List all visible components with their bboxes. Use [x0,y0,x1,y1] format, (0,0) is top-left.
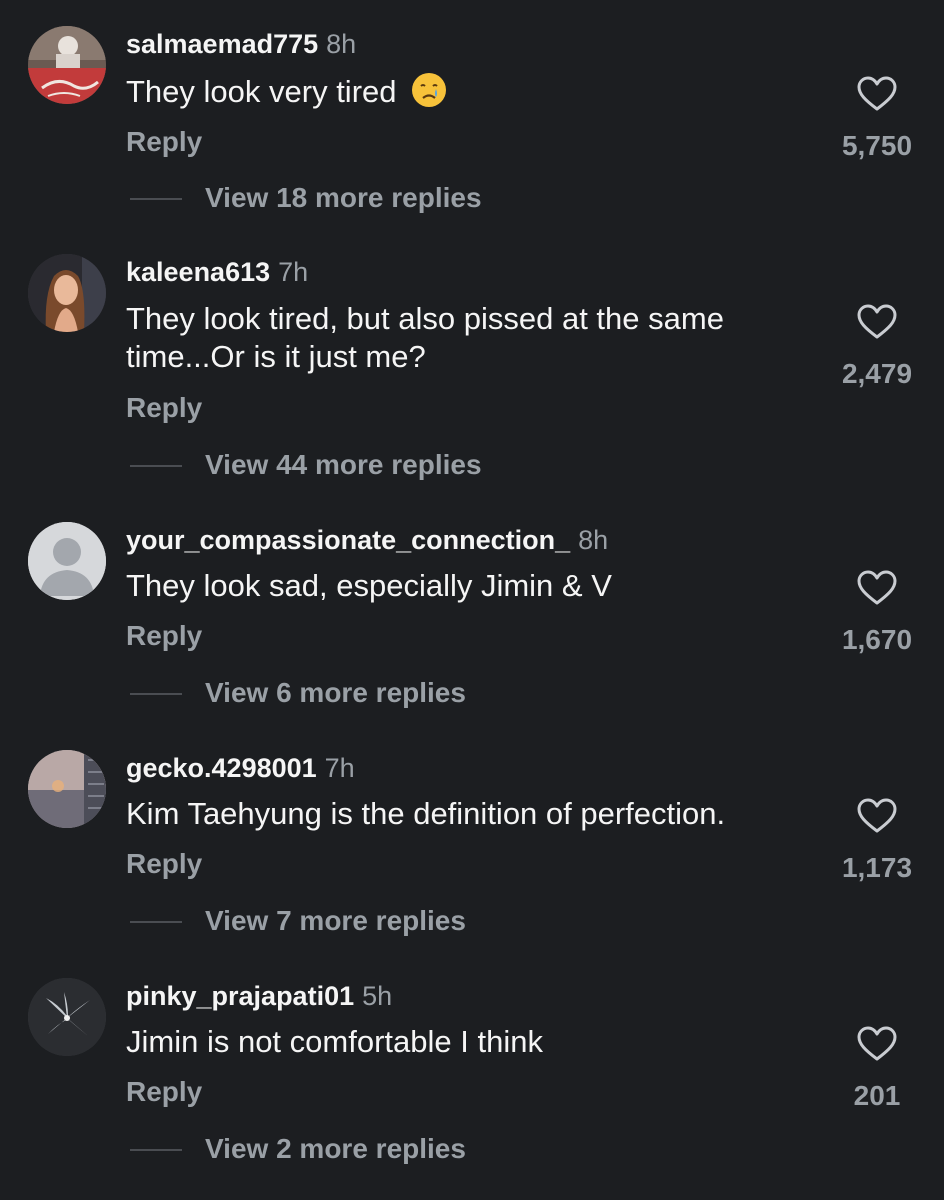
comment-text: They look sad, especially Jimin & V [126,568,612,603]
crying-face-emoji-icon [411,73,446,107]
divider-line [130,465,182,467]
heart-icon[interactable] [857,76,897,112]
heart-icon[interactable] [857,304,897,340]
comment-text: Jimin is not comfortable I think [126,1024,543,1059]
username[interactable]: kaleena613 [126,257,270,287]
comment-item: gecko.4298001 7h Kim Taehyung is the defi… [0,722,944,950]
divider-line [130,921,182,923]
like-count: 5,750 [841,130,913,161]
divider-line [130,693,182,695]
avatar-image [28,978,106,1056]
view-replies-button[interactable]: View 7 more replies [205,905,466,937]
username[interactable]: pinky_prajapati01 [126,981,354,1011]
heart-icon[interactable] [857,1026,897,1062]
comment-item: kaleena613 7h They look tired, but also p… [0,228,944,480]
comment-header: kaleena613 7h [126,256,308,288]
avatar-image [28,750,106,828]
like-count: 1,173 [841,852,913,883]
timestamp: 8h [578,525,609,555]
heart-icon[interactable] [857,570,897,606]
avatar[interactable] [28,26,106,104]
reply-button[interactable]: Reply [126,620,202,652]
avatar[interactable] [28,750,106,828]
avatar[interactable] [28,254,106,332]
like-count: 2,479 [841,358,913,389]
default-avatar-icon [28,522,106,600]
comment-header: pinky_prajapati01 5h [126,980,392,1012]
comment-item: pinky_prajapati01 5h Jimin is not comfort… [0,950,944,1178]
comment-text: They look tired, but also pissed at the … [126,301,724,374]
avatar[interactable] [28,522,106,600]
like-count: 1,670 [841,624,913,655]
timestamp: 7h [324,753,355,783]
comment-header: salmaemad775 8h [126,28,356,60]
timestamp: 7h [278,257,309,287]
avatar[interactable] [28,978,106,1056]
timestamp: 8h [326,29,357,59]
comment-item: salmaemad775 8h They look very tired Repl… [0,0,944,228]
comment-header: your_compassionate_connection_ 8h [126,524,608,556]
view-replies-button[interactable]: View 6 more replies [205,677,466,709]
reply-button[interactable]: Reply [126,848,202,880]
comment-item: your_compassionate_connection_ 8h They lo… [0,494,944,722]
comment-header: gecko.4298001 7h [126,752,355,784]
heart-icon[interactable] [857,798,897,834]
comment-text: They look very tired [126,72,826,111]
reply-button[interactable]: Reply [126,126,202,158]
divider-line [130,198,182,200]
comment-text: Kim Taehyung is the definition of perfec… [126,796,726,831]
avatar-image [28,254,106,332]
username[interactable]: salmaemad775 [126,29,318,59]
divider-line [130,1149,182,1151]
view-replies-button[interactable]: View 18 more replies [205,182,482,214]
reply-button[interactable]: Reply [126,1076,202,1108]
timestamp: 5h [362,981,393,1011]
avatar-image [28,26,106,104]
view-replies-button[interactable]: View 44 more replies [205,449,482,481]
username[interactable]: your_compassionate_connection_ [126,525,570,555]
like-count: 201 [853,1080,901,1111]
username[interactable]: gecko.4298001 [126,753,317,783]
comment-text-body: They look very tired [126,74,397,109]
reply-button[interactable]: Reply [126,392,202,424]
view-replies-button[interactable]: View 2 more replies [205,1133,466,1165]
